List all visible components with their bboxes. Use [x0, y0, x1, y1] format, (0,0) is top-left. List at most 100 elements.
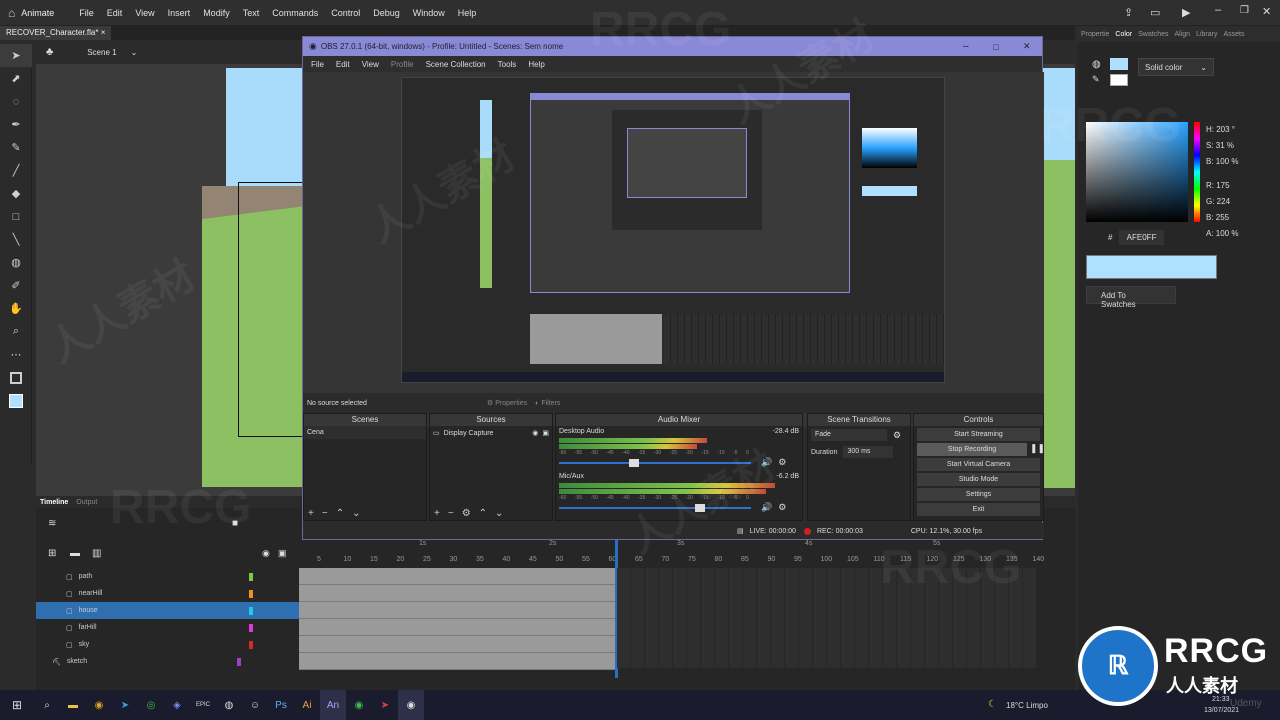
filters-button[interactable]: Filters — [541, 400, 560, 407]
an-icon[interactable]: An — [320, 690, 346, 720]
minimize-icon[interactable]: – — [1215, 4, 1221, 16]
tab-close-icon[interactable]: × — [101, 28, 106, 37]
obs-icon[interactable]: ◉ — [398, 690, 424, 720]
up-icon[interactable]: ⌃ — [479, 508, 487, 519]
stop-recording-button[interactable]: Stop Recording — [917, 443, 1027, 456]
hue-slider[interactable] — [1194, 122, 1200, 222]
properties-button[interactable]: Properties — [495, 400, 527, 407]
frame-span[interactable] — [299, 653, 617, 670]
a-value[interactable]: A: 100 % — [1206, 226, 1238, 242]
steam-icon[interactable]: ◍ — [216, 690, 242, 720]
frame-ruler[interactable]: 1s 2s 3s 4s 5s 5 10 15 20 25 30 35 40 45 50 55 60 65… — [299, 538, 1044, 568]
duration-input[interactable]: 300 ms — [843, 446, 894, 458]
add-icon[interactable]: + — [308, 508, 314, 519]
pause-icon[interactable]: ❚❚ — [1030, 443, 1045, 454]
menu-help[interactable]: Help — [458, 8, 477, 18]
stroke-color-swatch[interactable] — [0, 366, 32, 389]
frame-span[interactable] — [299, 585, 617, 602]
obs-menu-edit[interactable]: Edit — [336, 60, 350, 69]
layer-row[interactable]: ▢ sky — [36, 636, 299, 653]
eyedropper-icon[interactable]: ✐ — [0, 274, 32, 297]
lasso-tool-icon[interactable]: ◌ — [0, 90, 32, 113]
gear-icon[interactable]: ⚙ — [893, 430, 901, 441]
close-icon[interactable]: ✕ — [1262, 5, 1271, 18]
telegram-icon[interactable]: ➤ — [112, 690, 138, 720]
transition-select[interactable]: Fade — [811, 429, 887, 441]
close-icon[interactable]: ✕ — [1023, 41, 1031, 52]
arrow-icon[interactable]: ➤ — [372, 690, 398, 720]
remove-icon[interactable]: − — [322, 508, 328, 519]
camera-icon[interactable]: ■ — [232, 518, 238, 529]
line-tool-icon[interactable]: ╲ — [0, 228, 32, 251]
color-field[interactable] — [1086, 122, 1188, 222]
layer-color-chip[interactable] — [236, 657, 241, 666]
add-layer-icon[interactable]: ⊞ — [48, 548, 56, 559]
tab-align[interactable]: Align — [1175, 31, 1191, 38]
gear-icon[interactable]: ⚙ — [462, 508, 471, 519]
h-value[interactable]: H: 203 ° — [1206, 122, 1238, 138]
exit-button[interactable]: Exit — [917, 503, 1040, 516]
s-value[interactable]: S: 31 % — [1206, 138, 1238, 154]
weather-label[interactable]: 18°C Limpo — [1006, 701, 1048, 710]
layer-color-chip[interactable] — [248, 589, 253, 598]
filter-icon[interactable]: ◐ — [535, 400, 539, 407]
menu-window[interactable]: Window — [413, 8, 445, 18]
fill-color-swatch[interactable] — [0, 389, 32, 412]
stroke-chip[interactable] — [1110, 74, 1128, 86]
ai-icon[interactable]: Ai — [294, 690, 320, 720]
trash-icon[interactable]: ▥ — [92, 548, 101, 559]
home-icon[interactable]: ⌂ — [8, 6, 15, 20]
layer-color-chip[interactable] — [248, 606, 253, 615]
spotify-icon[interactable]: ◉ — [346, 690, 372, 720]
mic-volume-slider[interactable] — [559, 503, 751, 512]
start-streaming-button[interactable]: Start Streaming — [917, 428, 1040, 441]
pen-tool-icon[interactable]: ✒ — [0, 113, 32, 136]
rectangle-tool-icon[interactable]: □ — [0, 205, 32, 228]
layer-color-chip[interactable] — [248, 640, 253, 649]
discord-icon[interactable]: ◈ — [164, 690, 190, 720]
tab-library[interactable]: Library — [1196, 31, 1217, 38]
studio-mode-button[interactable]: Studio Mode — [917, 473, 1040, 486]
frame-span[interactable] — [299, 568, 617, 585]
play-icon[interactable]: ▶ — [1182, 6, 1190, 19]
gear-icon[interactable]: ⚙ — [487, 399, 493, 407]
gear-icon[interactable]: ⚙ — [778, 457, 786, 468]
menu-insert[interactable]: Insert — [168, 8, 191, 18]
menu-file[interactable]: File — [79, 8, 94, 18]
minimize-icon[interactable]: – — [963, 41, 969, 52]
menu-text[interactable]: Text — [243, 8, 260, 18]
remove-icon[interactable]: − — [448, 508, 454, 519]
desktop-volume-slider[interactable] — [559, 458, 751, 467]
ps-icon[interactable]: Ps — [268, 690, 294, 720]
eye-icon[interactable]: ◉ — [532, 429, 538, 437]
obs-menu-file[interactable]: File — [311, 60, 324, 69]
paint-brush-icon[interactable]: ✎ — [0, 136, 32, 159]
zoom-icon[interactable]: ⌕ — [0, 320, 32, 343]
search-icon[interactable]: ⌕ — [34, 690, 60, 720]
obs-menu-tools[interactable]: Tools — [498, 60, 517, 69]
doc-tab[interactable]: RECOVER_Character.fla* × — [0, 26, 112, 40]
start-icon[interactable]: ⊞ — [0, 690, 34, 720]
frame-span[interactable] — [299, 602, 617, 619]
bl-value[interactable]: B: 255 — [1206, 210, 1238, 226]
layer-color-chip[interactable] — [248, 623, 253, 632]
more-tools-icon[interactable]: ⋯ — [0, 343, 32, 366]
layer-row[interactable]: ⛏ sketch — [36, 653, 299, 670]
up-icon[interactable]: ⌃ — [336, 508, 344, 519]
menu-view[interactable]: View — [135, 8, 154, 18]
tab-timeline[interactable]: Timeline — [40, 499, 68, 506]
layer-row[interactable]: ▢ path — [36, 568, 299, 585]
pencil-icon[interactable]: ✎ — [1092, 74, 1100, 85]
bucket-icon[interactable]: ◍ — [1092, 59, 1101, 70]
ghost-icon[interactable]: ☺ — [242, 690, 268, 720]
tab-assets[interactable]: Assets — [1223, 31, 1244, 38]
menu-commands[interactable]: Commands — [272, 8, 318, 18]
layer-color-chip[interactable] — [248, 572, 253, 581]
add-to-swatches-button[interactable]: Add To Swatches — [1086, 286, 1176, 309]
source-item[interactable]: ▭ Display Capture ◉ ▣ — [430, 426, 552, 440]
down-icon[interactable]: ⌄ — [495, 508, 503, 519]
tab-color[interactable]: Color — [1115, 31, 1132, 38]
subselect-tool-icon[interactable]: ⬈ — [0, 67, 32, 90]
obs-menu-help[interactable]: Help — [528, 60, 544, 69]
menu-debug[interactable]: Debug — [373, 8, 400, 18]
